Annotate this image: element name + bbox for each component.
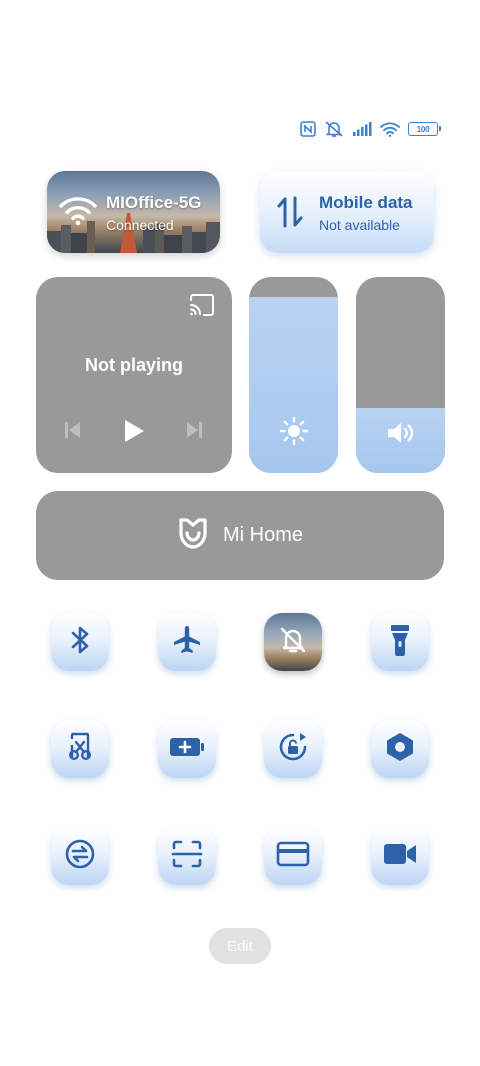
settings-hexagon-toggle[interactable]	[371, 720, 429, 778]
card-icon	[276, 840, 310, 873]
rotation-lock-toggle[interactable]	[264, 720, 322, 778]
scanner-icon	[171, 839, 203, 874]
previous-track-icon[interactable]	[63, 419, 83, 446]
wifi-status: Connected	[106, 217, 174, 233]
volume-slider[interactable]	[356, 277, 445, 473]
screen-recorder-toggle[interactable]	[371, 827, 429, 885]
signal-icon	[352, 122, 372, 136]
bluetooth-icon	[67, 625, 93, 660]
wifi-icon	[380, 122, 400, 137]
nfc-icon	[300, 121, 316, 137]
scanner-toggle[interactable]	[158, 827, 216, 885]
brightness-slider[interactable]	[249, 277, 338, 473]
media-player-tile[interactable]: Not playing	[36, 277, 232, 473]
next-track-icon[interactable]	[184, 419, 204, 446]
screenshot-toggle[interactable]	[51, 720, 109, 778]
brightness-sun-icon	[279, 416, 309, 451]
video-camera-icon	[382, 841, 418, 872]
volume-speaker-icon	[386, 420, 416, 451]
bluetooth-toggle[interactable]	[51, 613, 109, 671]
wifi-ssid: MIOffice-5G	[106, 193, 202, 212]
status-bar: 100	[300, 118, 441, 140]
do-not-disturb-toggle[interactable]	[264, 613, 322, 671]
flashlight-toggle[interactable]	[371, 613, 429, 671]
muted-bell-icon	[324, 120, 344, 138]
cast-icon[interactable]	[188, 293, 216, 322]
airplane-mode-toggle[interactable]	[158, 613, 216, 671]
wifi-icon	[59, 196, 97, 231]
airplane-icon	[171, 624, 203, 661]
data-saver-icon	[64, 838, 96, 875]
screenshot-scissors-icon	[65, 731, 95, 768]
card-toggle[interactable]	[264, 827, 322, 885]
mobile-data-tile[interactable]: Mobile data Not available	[260, 171, 434, 253]
mobile-data-arrows-icon	[275, 196, 305, 233]
media-status: Not playing	[85, 355, 183, 375]
rotation-lock-icon	[276, 730, 310, 769]
flashlight-icon	[389, 623, 411, 662]
hexagon-settings-icon	[385, 731, 415, 768]
battery-saver-toggle[interactable]	[158, 720, 216, 778]
mi-home-icon	[177, 516, 209, 555]
play-icon[interactable]	[122, 418, 146, 449]
edit-button[interactable]: Edit	[209, 928, 271, 964]
battery-saver-icon	[169, 736, 205, 763]
mi-home-label: Mi Home	[222, 524, 303, 546]
wifi-tile[interactable]: MIOffice-5G Connected	[47, 171, 220, 253]
battery-indicator: 100	[408, 122, 441, 136]
mi-home-tile[interactable]: Mi Home	[36, 491, 444, 580]
mobile-data-title: Mobile data	[319, 193, 413, 212]
data-saver-toggle[interactable]	[51, 827, 109, 885]
mobile-data-status: Not available	[319, 217, 400, 233]
do-not-disturb-icon	[278, 625, 308, 660]
